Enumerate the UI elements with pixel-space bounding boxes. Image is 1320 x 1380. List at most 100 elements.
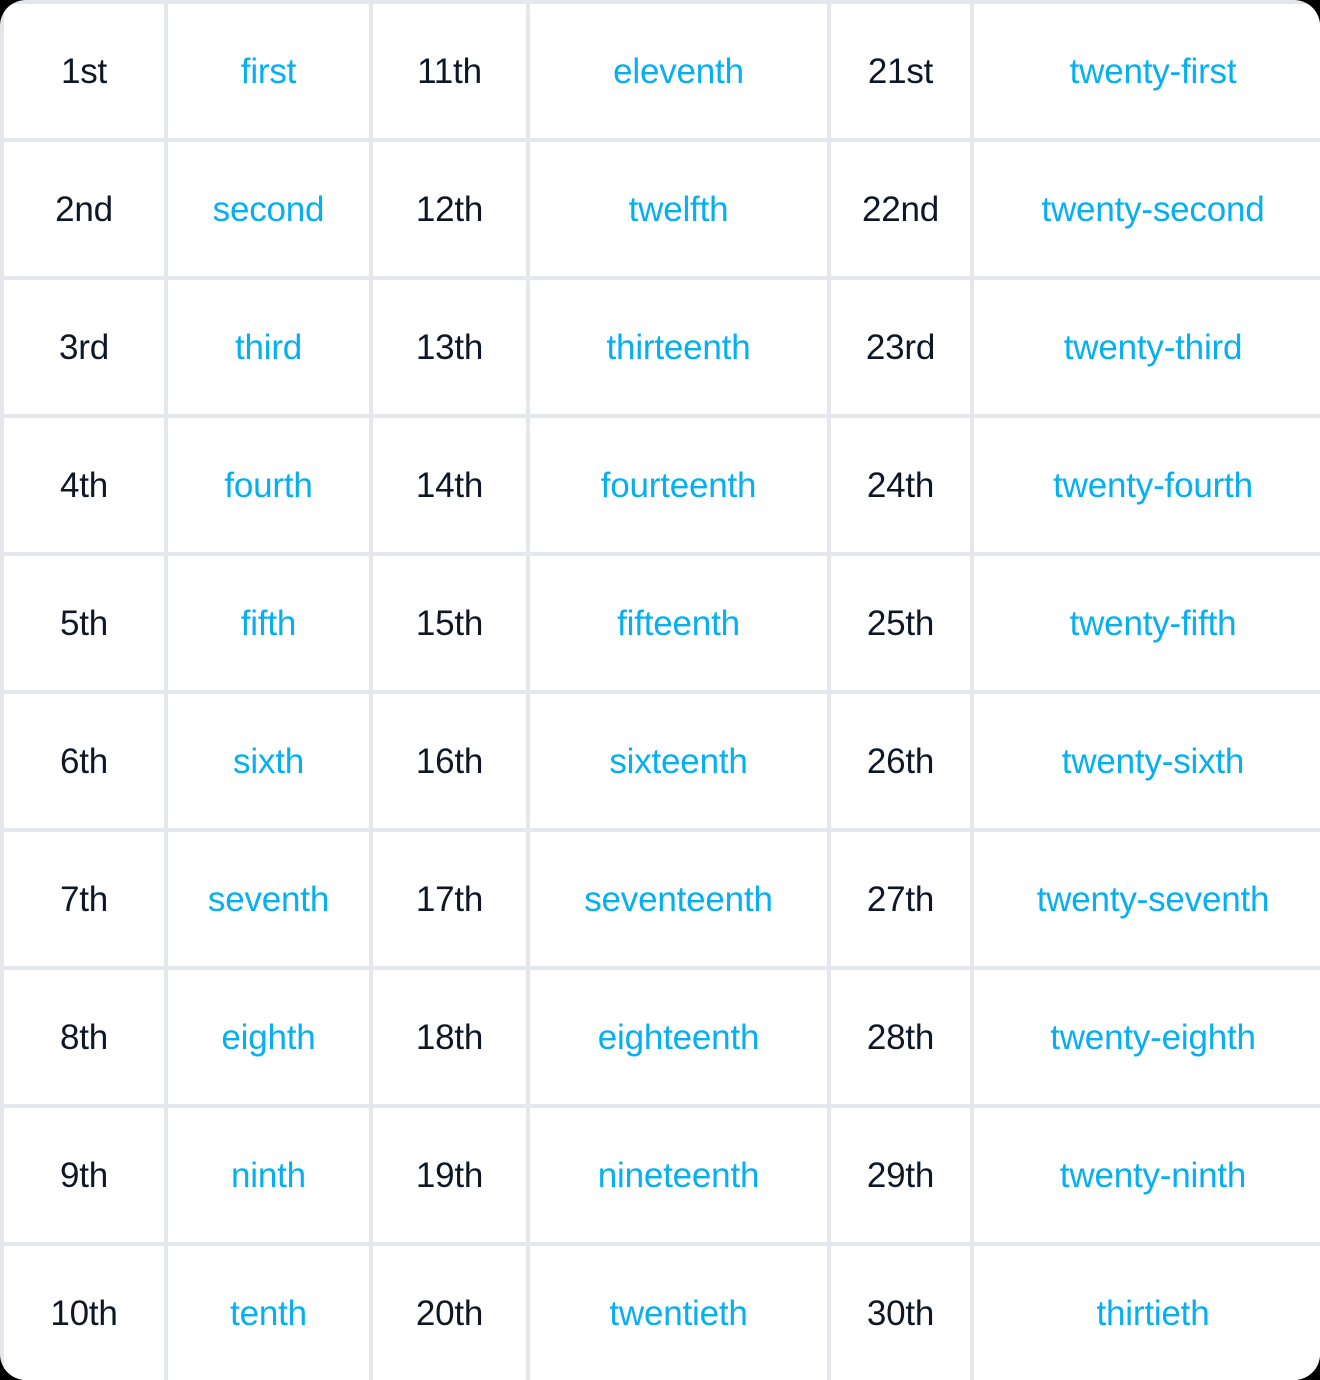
ordinal-numbers-table: 1st first 11th eleventh 21st twenty-firs…	[0, 0, 1320, 1380]
ordinal-word-cell: twenty-third	[974, 280, 1320, 414]
ordinal-abbreviation-cell: 10th	[4, 1246, 164, 1380]
ordinal-word: twenty-sixth	[1061, 741, 1245, 781]
ordinal-word-cell: twenty-first	[974, 4, 1320, 138]
ordinal-abbreviation: 19th	[415, 1155, 484, 1195]
table-row: 7th seventh 17th seventeenth 27th twenty…	[4, 832, 1320, 966]
ordinal-abbreviation: 2nd	[55, 189, 113, 229]
ordinal-abbreviation: 26th	[866, 741, 935, 781]
ordinal-word-cell: sixteenth	[530, 694, 827, 828]
ordinal-abbreviation-cell: 5th	[4, 556, 164, 690]
ordinal-word: twenty-second	[1041, 189, 1265, 229]
ordinal-word-cell: twenty-sixth	[974, 694, 1320, 828]
ordinal-abbreviation: 13th	[415, 327, 484, 367]
ordinal-word: twenty-first	[1069, 51, 1237, 91]
ordinal-word-cell: fifteenth	[530, 556, 827, 690]
ordinal-word-cell: fifth	[168, 556, 369, 690]
ordinal-abbreviation: 29th	[866, 1155, 935, 1195]
ordinal-abbreviation-cell: 12th	[373, 142, 526, 276]
table-row: 6th sixth 16th sixteenth 26th twenty-six…	[4, 694, 1320, 828]
ordinal-word-cell: ninth	[168, 1108, 369, 1242]
ordinal-abbreviation: 10th	[50, 1293, 118, 1333]
ordinal-abbreviation-cell: 20th	[373, 1246, 526, 1380]
ordinal-abbreviation: 17th	[415, 879, 484, 919]
ordinal-abbreviation: 22nd	[861, 189, 940, 229]
ordinal-word-cell: twenty-fifth	[974, 556, 1320, 690]
table-row: 5th fifth 15th fifteenth 25th twenty-fif…	[4, 556, 1320, 690]
ordinal-abbreviation: 11th	[417, 51, 482, 91]
ordinal-word: eighteenth	[597, 1017, 760, 1057]
ordinal-word: twenty-ninth	[1059, 1155, 1247, 1195]
ordinal-word: tenth	[230, 1293, 307, 1333]
ordinal-word-cell: tenth	[168, 1246, 369, 1380]
ordinal-abbreviation-cell: 2nd	[4, 142, 164, 276]
ordinal-abbreviation-cell: 7th	[4, 832, 164, 966]
ordinal-word-cell: twentieth	[530, 1246, 827, 1380]
ordinal-abbreviation-cell: 6th	[4, 694, 164, 828]
table-row: 9th ninth 19th nineteenth 29th twenty-ni…	[4, 1108, 1320, 1242]
ordinal-word: twenty-fifth	[1069, 603, 1237, 643]
ordinal-abbreviation-cell: 28th	[831, 970, 970, 1104]
ordinal-abbreviation-cell: 23rd	[831, 280, 970, 414]
ordinal-word-cell: twenty-ninth	[974, 1108, 1320, 1242]
ordinal-word: twenty-eighth	[1050, 1017, 1256, 1057]
ordinal-abbreviation: 20th	[415, 1293, 484, 1333]
ordinal-word: fourth	[224, 465, 313, 505]
ordinal-word: fourteenth	[600, 465, 757, 505]
ordinal-abbreviation: 18th	[415, 1017, 484, 1057]
ordinal-abbreviation: 9th	[59, 1155, 109, 1195]
ordinal-word-cell: second	[168, 142, 369, 276]
ordinal-abbreviation: 3rd	[59, 327, 109, 367]
ordinal-abbreviation-cell: 22nd	[831, 142, 970, 276]
ordinal-word: eighth	[221, 1017, 316, 1057]
ordinal-word: twenty-third	[1063, 327, 1243, 367]
ordinal-abbreviation-cell: 15th	[373, 556, 526, 690]
table-row: 8th eighth 18th eighteenth 28th twenty-e…	[4, 970, 1320, 1104]
ordinal-word-cell: twenty-eighth	[974, 970, 1320, 1104]
ordinal-abbreviation-cell: 30th	[831, 1246, 970, 1380]
ordinal-abbreviation-cell: 8th	[4, 970, 164, 1104]
ordinal-word-cell: sixth	[168, 694, 369, 828]
ordinal-word: twentieth	[609, 1293, 748, 1333]
ordinal-abbreviation: 30th	[866, 1293, 935, 1333]
ordinal-abbreviation: 27th	[866, 879, 935, 919]
table-row: 3rd third 13th thirteenth 23rd twenty-th…	[4, 280, 1320, 414]
ordinal-abbreviation: 23rd	[865, 327, 936, 367]
ordinal-word: twelfth	[628, 189, 729, 229]
ordinal-word: seventeenth	[584, 879, 773, 919]
ordinal-abbreviation-cell: 18th	[373, 970, 526, 1104]
table-body: 1st first 11th eleventh 21st twenty-firs…	[4, 4, 1320, 1380]
ordinal-abbreviation-cell: 19th	[373, 1108, 526, 1242]
ordinal-abbreviation-cell: 16th	[373, 694, 526, 828]
ordinal-word: second	[212, 189, 325, 229]
ordinal-abbreviation-cell: 26th	[831, 694, 970, 828]
ordinal-word-cell: seventeenth	[530, 832, 827, 966]
ordinal-abbreviation: 15th	[415, 603, 484, 643]
ordinal-abbreviation-cell: 9th	[4, 1108, 164, 1242]
ordinal-word: third	[234, 327, 303, 367]
table-row: 4th fourth 14th fourteenth 24th twenty-f…	[4, 418, 1320, 552]
ordinal-word-cell: fourteenth	[530, 418, 827, 552]
ordinal-abbreviation-cell: 24th	[831, 418, 970, 552]
ordinal-word: eleventh	[613, 51, 744, 91]
ordinal-abbreviation: 4th	[59, 465, 109, 505]
ordinal-abbreviation: 25th	[866, 603, 935, 643]
ordinal-abbreviation: 14th	[415, 465, 484, 505]
ordinal-word: ninth	[231, 1155, 306, 1195]
ordinal-word: first	[240, 51, 297, 91]
ordinal-abbreviation: 12th	[415, 189, 484, 229]
ordinal-word-cell: twenty-fourth	[974, 418, 1320, 552]
ordinal-abbreviation: 16th	[415, 741, 484, 781]
ordinal-abbreviation: 28th	[866, 1017, 935, 1057]
ordinal-word-cell: first	[168, 4, 369, 138]
ordinal-word-cell: thirteenth	[530, 280, 827, 414]
ordinal-word-cell: twenty-second	[974, 142, 1320, 276]
ordinal-abbreviation: 5th	[59, 603, 109, 643]
table-row: 2nd second 12th twelfth 22nd twenty-seco…	[4, 142, 1320, 276]
ordinal-abbreviation-cell: 4th	[4, 418, 164, 552]
table-row: 1st first 11th eleventh 21st twenty-firs…	[4, 4, 1320, 138]
ordinal-word: nineteenth	[597, 1155, 760, 1195]
ordinal-abbreviation-cell: 3rd	[4, 280, 164, 414]
ordinal-abbreviation-cell: 11th	[373, 4, 526, 138]
ordinal-numbers-card: 1st first 11th eleventh 21st twenty-firs…	[0, 0, 1320, 1380]
ordinal-word-cell: seventh	[168, 832, 369, 966]
